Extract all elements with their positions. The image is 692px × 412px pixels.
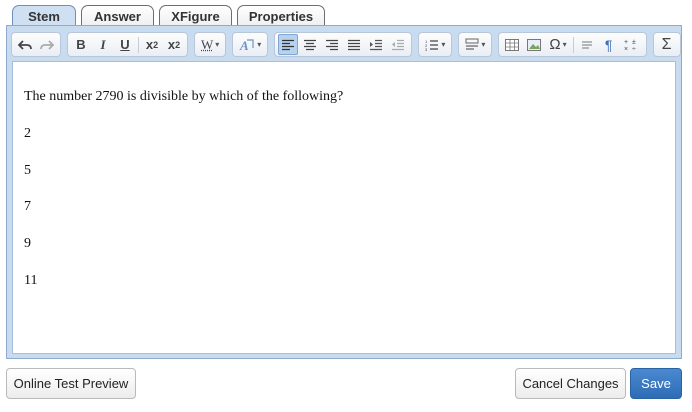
tab-stem[interactable]: Stem [12, 5, 76, 27]
rich-text-editor: B I U x2 x2 W A [6, 25, 682, 359]
color-group: A [232, 32, 269, 57]
text-style-group: B I U x2 x2 [67, 32, 188, 57]
special-char-icon[interactable]: Ω [546, 34, 569, 55]
fraction-icon[interactable]: + ± × ÷ [621, 34, 643, 55]
answer-option: 11 [24, 273, 38, 288]
tab-answer[interactable]: Answer [81, 5, 154, 26]
font-group: W [194, 32, 227, 57]
format-icon[interactable] [462, 34, 488, 55]
underline-button[interactable]: U [115, 34, 135, 55]
editor-toolbar: B I U x2 x2 W A [11, 30, 687, 59]
history-group [11, 32, 61, 57]
question-text: The number 2790 is divisible by which of… [24, 89, 344, 104]
alignment-group [274, 32, 413, 57]
outdent-icon[interactable] [388, 34, 408, 55]
equation-group: Σ [652, 32, 681, 57]
editor-tabs: Stem Answer XFigure Properties [12, 5, 325, 27]
answer-option: 5 [24, 163, 31, 178]
answer-option: 7 [24, 199, 31, 214]
image-icon[interactable] [524, 34, 544, 55]
italic-button[interactable]: I [93, 34, 113, 55]
paragraph-icon[interactable]: ¶ [599, 34, 619, 55]
subscript-button[interactable]: x2 [142, 34, 162, 55]
insert-group: Ω ¶ + ± × ÷ [498, 32, 647, 57]
sigma-icon[interactable]: Σ [657, 34, 677, 55]
svg-text:±: ± [632, 39, 636, 46]
toolbar-separator [138, 36, 139, 53]
redo-icon[interactable] [37, 34, 57, 55]
text-color-icon[interactable]: A [236, 34, 264, 55]
save-button[interactable]: Save [630, 368, 682, 399]
align-right-icon[interactable] [322, 34, 342, 55]
bold-button[interactable]: B [71, 34, 91, 55]
numbered-list-icon[interactable]: 123 [422, 34, 448, 55]
svg-text:+: + [624, 39, 628, 46]
indent-icon[interactable] [366, 34, 386, 55]
table-icon[interactable] [502, 34, 522, 55]
format-align-icon[interactable] [577, 34, 597, 55]
superscript-button[interactable]: x2 [164, 34, 184, 55]
font-dropdown[interactable]: W [198, 34, 222, 55]
svg-text:÷: ÷ [632, 46, 636, 52]
tab-properties[interactable]: Properties [237, 5, 325, 26]
svg-text:3: 3 [425, 47, 428, 51]
answer-option: 9 [24, 236, 31, 251]
svg-text:×: × [624, 46, 628, 52]
align-center-icon[interactable] [300, 34, 320, 55]
toolbar-separator [572, 36, 574, 53]
format-group [458, 32, 493, 57]
cancel-changes-button[interactable]: Cancel Changes [515, 368, 626, 399]
online-test-preview-button[interactable]: Online Test Preview [6, 368, 136, 399]
answer-option: 2 [24, 126, 31, 141]
editor-content[interactable]: The number 2790 is divisible by which of… [12, 61, 676, 354]
tab-xfigure[interactable]: XFigure [159, 5, 232, 26]
undo-icon[interactable] [15, 34, 35, 55]
align-left-icon[interactable] [278, 34, 299, 55]
list-group: 123 [418, 32, 453, 57]
justify-icon[interactable] [344, 34, 364, 55]
